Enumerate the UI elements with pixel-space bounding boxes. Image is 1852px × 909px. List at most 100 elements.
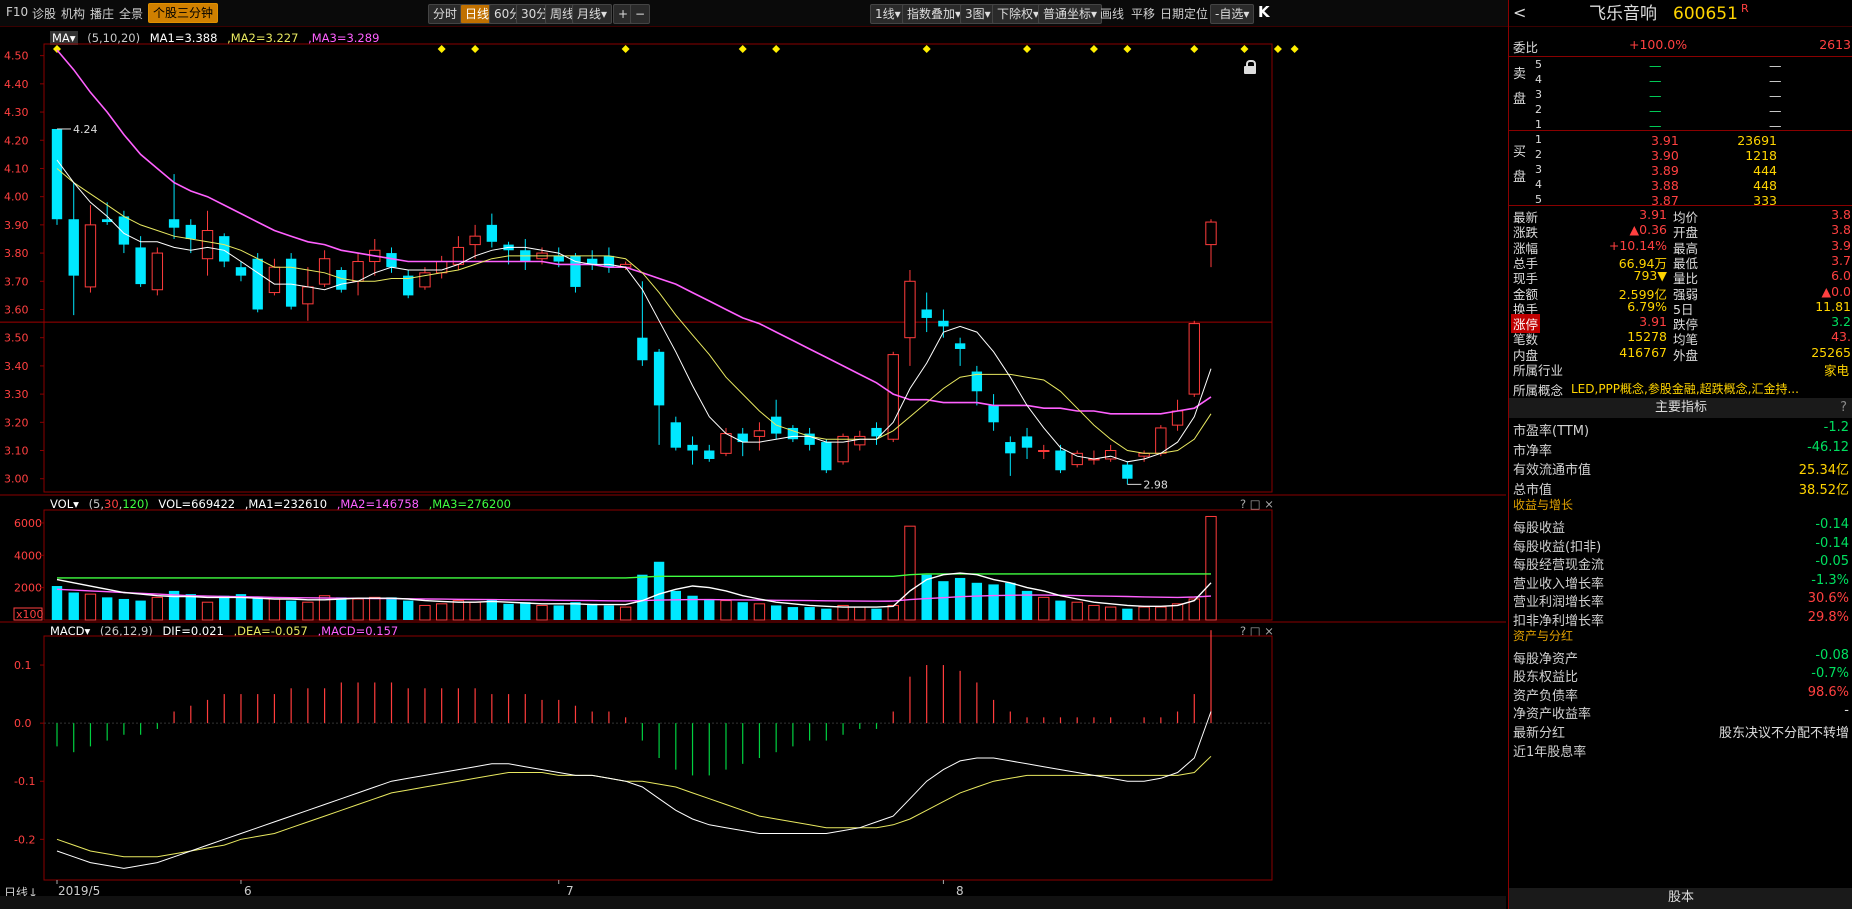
- volume-bar: [1038, 596, 1050, 621]
- volume-bar: [854, 606, 866, 621]
- sell-level-number: 4: [1535, 73, 1542, 86]
- volume-bar: [101, 597, 113, 620]
- candle-body: [837, 435, 849, 463]
- industry-value[interactable]: 家电: [1824, 360, 1849, 379]
- weibi-row: 委比 +100.0% 2613: [1509, 37, 1852, 55]
- candle-body: [1155, 427, 1167, 454]
- event-marker: [1123, 45, 1132, 53]
- stock-badge: R: [1741, 2, 1749, 15]
- sell-level-number: 3: [1535, 88, 1542, 101]
- volume-bar: [1122, 608, 1133, 620]
- income-row-label: 营业利润增长率: [1513, 595, 1605, 611]
- order-book-divider: [1509, 56, 1852, 57]
- candle-body: [84, 224, 97, 288]
- income-row: 每股经营现金流 -0.05: [1509, 554, 1852, 574]
- buy-level-price: 3.91: [1651, 133, 1679, 148]
- candle-body: [938, 320, 949, 327]
- candle-body: [637, 337, 648, 361]
- candle-body: [687, 444, 698, 451]
- price-axis-label: 4.40: [4, 78, 29, 91]
- asset-row-label: 资产负债率: [1513, 688, 1579, 704]
- back-icon[interactable]: <: [1513, 0, 1526, 26]
- candle-body: [570, 255, 581, 287]
- price-axis-label: 3.20: [4, 416, 29, 429]
- candle-body: [486, 224, 498, 242]
- candle-body: [1021, 436, 1033, 448]
- candle-body: [386, 253, 397, 268]
- candle-body: [1171, 410, 1184, 426]
- candle-body: [318, 258, 331, 285]
- lock-icon[interactable]: [1244, 60, 1256, 74]
- event-marker: [621, 45, 630, 53]
- candle-body: [1205, 221, 1217, 246]
- volume-bar: [219, 595, 230, 620]
- volume-bar: [704, 598, 715, 620]
- sell-level-volume: —: [1769, 73, 1782, 88]
- candle-body: [469, 235, 481, 246]
- concept-value[interactable]: LED,PPP概念,参股金融,超跌概念,汇金持...: [1571, 380, 1799, 397]
- income-row: 每股收益(扣非) -0.14: [1509, 536, 1852, 556]
- asset-row-value: -: [1844, 703, 1849, 719]
- volume-bar: [352, 598, 364, 621]
- candle-body: [252, 258, 263, 310]
- candle-body: [670, 422, 681, 448]
- volume-bar: [653, 561, 665, 620]
- asset-row-label: 每股净资产: [1513, 651, 1579, 667]
- volume-bar: [670, 590, 681, 620]
- candle-body: [151, 252, 164, 291]
- volume-bar: [737, 602, 748, 620]
- candle-body: [1055, 450, 1066, 471]
- candle-body: [235, 267, 247, 276]
- price-axis-label: 4.30: [4, 106, 29, 119]
- volume-bar: [151, 596, 164, 621]
- volume-bar: [252, 597, 263, 620]
- buy-level-number: 3: [1535, 163, 1542, 176]
- event-marker: [1023, 45, 1032, 53]
- candle-body: [753, 430, 766, 437]
- volume-bar: [536, 604, 548, 621]
- volume-bar: [553, 605, 564, 620]
- candle-body: [201, 230, 214, 260]
- buy-level-volume: 444: [1753, 163, 1777, 178]
- event-marker: [738, 45, 747, 53]
- weibi-value: +100.0%: [1629, 37, 1688, 52]
- asset-row: 近1年股息率: [1509, 741, 1852, 761]
- volume-axis-label: 4000: [14, 549, 42, 562]
- macd-dif-line: [56, 711, 1212, 869]
- asset-section-title: 资产与分红: [1513, 628, 1574, 643]
- main-index-row: 有效流通市值 25.34亿: [1509, 459, 1852, 479]
- volume-bar: [1055, 600, 1066, 620]
- indicator-tab-strip[interactable]: [0, 896, 1506, 909]
- volume-bar: [1104, 606, 1117, 621]
- price-axis-label: 3.90: [4, 219, 29, 232]
- volume-bar: [720, 600, 732, 621]
- candle-body: [1188, 323, 1200, 395]
- quote-value: ▲0.36: [1629, 222, 1667, 238]
- candle-body: [268, 266, 281, 294]
- candle-body: [168, 219, 180, 228]
- asset-row-value: 股东决议不分配不转增: [1718, 726, 1849, 741]
- volume-bar: [954, 577, 966, 620]
- volume-bar: [185, 594, 196, 620]
- price-axis-label: 3.00: [4, 473, 29, 486]
- candle-body: [821, 442, 832, 471]
- quote-value: 3.8: [1831, 207, 1851, 222]
- share-capital-header[interactable]: 股本: [1509, 888, 1852, 909]
- candle-body: [51, 128, 63, 220]
- quote-value: 6.0: [1831, 268, 1851, 284]
- income-row-label: 每股收益(扣非): [1513, 539, 1602, 555]
- sell-level-volume: —: [1769, 88, 1782, 103]
- buy-level-volume: 23691: [1737, 133, 1777, 148]
- kline-chart[interactable]: 4.50 4.40 4.30 4.20 4.10 4.00 3.90 3.80 3.70 3.60…: [0, 0, 1506, 896]
- income-row-label: 每股经营现金流: [1513, 558, 1605, 574]
- volume-bar: [570, 602, 581, 620]
- main-index-row: 市盈率(TTM) -1.2: [1509, 420, 1852, 440]
- candle-body: [219, 236, 230, 262]
- quote-value: 3.7: [1831, 252, 1851, 268]
- asset-row: 净资产收益率 -: [1509, 703, 1852, 723]
- sell-level-volume: —: [1769, 118, 1782, 133]
- main-index-row-label: 市净率: [1513, 443, 1553, 459]
- help-icon[interactable]: ?: [1840, 398, 1847, 418]
- volume-bar: [1155, 606, 1167, 621]
- volume-bar: [201, 601, 214, 621]
